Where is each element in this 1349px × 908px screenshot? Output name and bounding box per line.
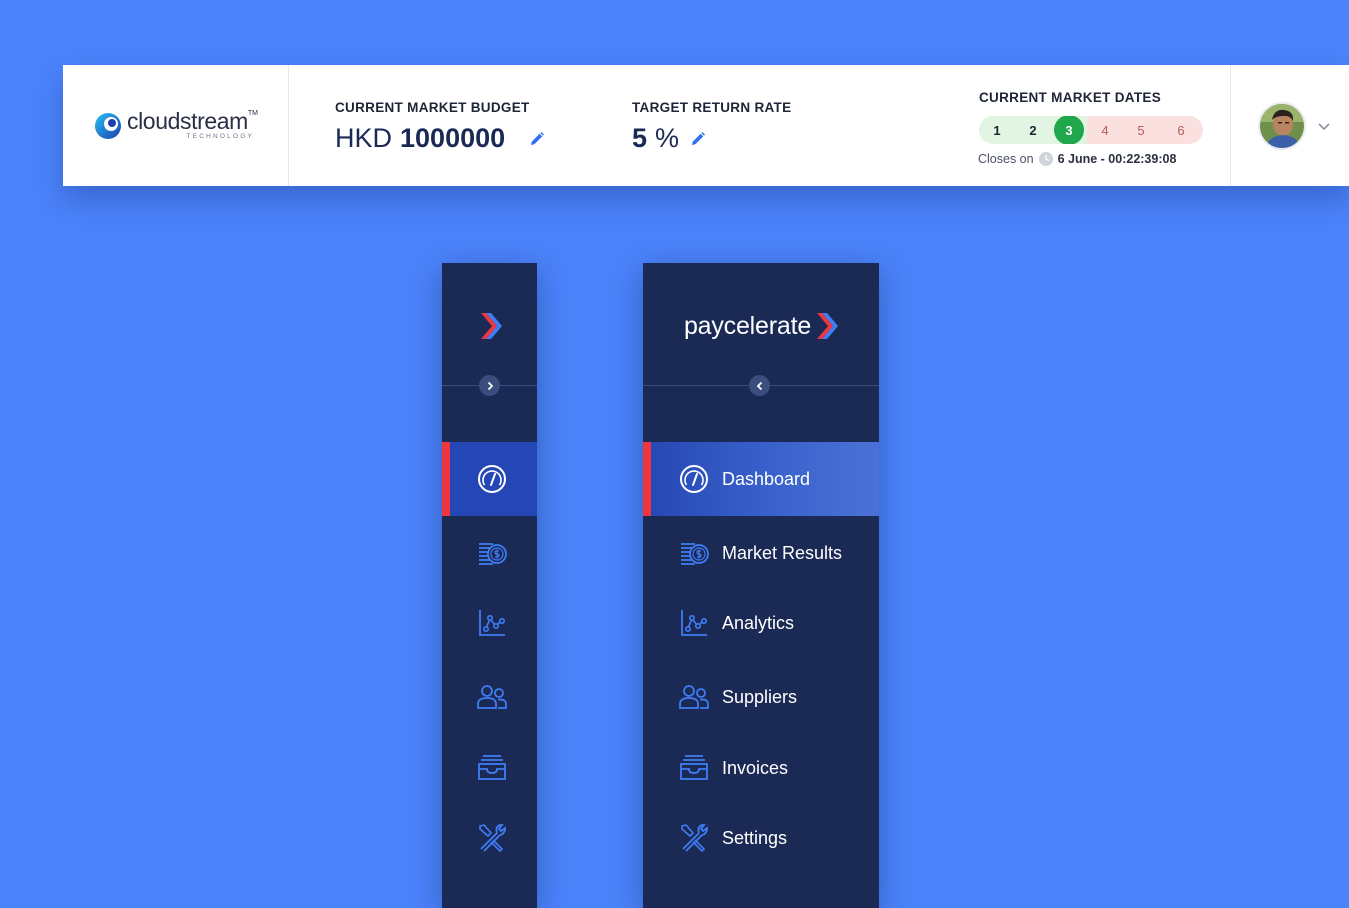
- users-icon: [679, 685, 709, 709]
- logo-cell: cloudstreamTM TECHNOLOGY: [63, 65, 289, 186]
- market-date-1[interactable]: 1: [979, 116, 1015, 144]
- sidebar-item-settings[interactable]: [442, 801, 537, 875]
- market-date-6[interactable]: 6: [1159, 116, 1203, 144]
- closes-time: 6 June - 00:22:39:08: [1057, 152, 1177, 166]
- dashboard-gauge-icon: [680, 465, 708, 493]
- sidebar-item-suppliers[interactable]: Suppliers: [643, 660, 879, 734]
- sidebar-item-settings[interactable]: Settings: [643, 801, 879, 875]
- users-icon: [476, 685, 507, 709]
- paycelerate-chevron-icon: [480, 313, 502, 339]
- sidebar-item-market-results[interactable]: [442, 516, 537, 590]
- sidebar-item-dashboard[interactable]: Dashboard: [643, 442, 879, 516]
- market-dates-label: CURRENT MARKET DATES: [979, 90, 1161, 105]
- inbox-tray-icon: [680, 755, 708, 780]
- sidebar-item-label: Invoices: [722, 757, 789, 778]
- paycelerate-chevron-icon: [817, 313, 839, 339]
- market-date-5[interactable]: 5: [1123, 116, 1159, 144]
- clock-icon: [1038, 152, 1053, 166]
- sidebar-item-label: Market Results: [722, 542, 843, 563]
- budget-currency: HKD: [335, 123, 393, 153]
- market-header: cloudstreamTM TECHNOLOGY CURRENT MARKET …: [63, 65, 1349, 186]
- coin-stack-icon: [478, 543, 507, 565]
- market-date-stepper: 1 2 3 4 5 6: [979, 116, 1203, 144]
- market-date-4[interactable]: 4: [1087, 116, 1123, 144]
- logo-trademark: TM: [247, 110, 258, 118]
- sidebar-item-label: Dashboard: [722, 468, 811, 489]
- sidebar-item-dashboard[interactable]: [442, 442, 537, 516]
- sidebar-expanded: paycelerate Dashboard Market Results Ana…: [643, 263, 879, 908]
- coin-stack-icon: [681, 543, 709, 565]
- chevron-down-icon[interactable]: [1317, 119, 1331, 133]
- market-date-2[interactable]: 2: [1015, 116, 1051, 144]
- return-rate-label: TARGET RETURN RATE: [632, 100, 792, 115]
- edit-budget-pencil-icon[interactable]: [529, 131, 545, 147]
- sidebar-item-label: Settings: [722, 827, 788, 848]
- sidebar-collapsed: [442, 263, 537, 908]
- closes-prefix: Closes on: [978, 152, 1034, 166]
- budget-amount: 1000000: [400, 123, 506, 153]
- expand-sidebar-button[interactable]: [479, 375, 500, 396]
- avatar[interactable]: [1258, 101, 1306, 150]
- chevron-left-icon: [756, 381, 762, 390]
- budget-label: CURRENT MARKET BUDGET: [335, 100, 530, 115]
- logo-subtitle: TECHNOLOGY: [186, 133, 254, 141]
- market-closes-info: Closes on 6 June - 00:22:39:08: [978, 152, 1176, 166]
- return-rate-value: 5 %: [632, 123, 706, 154]
- sidebar-item-market-results[interactable]: Market Results: [643, 516, 879, 590]
- brand-logo[interactable]: paycelerate: [643, 309, 879, 343]
- sidebar-item-invoices[interactable]: [442, 731, 537, 805]
- brand-name: paycelerate: [683, 311, 812, 340]
- edit-rate-pencil-icon[interactable]: [690, 131, 706, 147]
- inbox-tray-icon: [477, 755, 506, 780]
- analytics-chart-icon: [478, 610, 505, 636]
- sidebar-item-analytics[interactable]: [442, 586, 537, 660]
- sidebar-item-invoices[interactable]: Invoices: [643, 731, 879, 805]
- return-rate-number: 5: [632, 123, 648, 153]
- market-date-3-current[interactable]: 3: [1051, 116, 1087, 144]
- tools-icon: [681, 824, 708, 853]
- budget-value: HKD 1000000: [335, 123, 545, 154]
- sidebar-item-label: Analytics: [722, 612, 795, 633]
- user-menu[interactable]: [1230, 65, 1349, 186]
- sidebar-item-suppliers[interactable]: [442, 660, 537, 734]
- sidebar-item-analytics[interactable]: Analytics: [643, 586, 879, 660]
- cloudstream-swirl-icon: [95, 112, 121, 139]
- avatar-portrait-icon: [1260, 103, 1304, 148]
- dashboard-gauge-icon: [477, 465, 506, 493]
- analytics-chart-icon: [681, 610, 707, 636]
- collapse-sidebar-button[interactable]: [749, 375, 770, 396]
- tools-icon: [478, 824, 506, 853]
- return-rate-unit: %: [655, 123, 680, 153]
- logo-name: cloudstream: [127, 108, 248, 135]
- cloudstream-logo[interactable]: cloudstreamTM TECHNOLOGY: [93, 110, 258, 141]
- brand-mark[interactable]: [442, 309, 537, 343]
- sidebar-item-label: Suppliers: [722, 686, 798, 707]
- chevron-right-icon: [487, 381, 493, 390]
